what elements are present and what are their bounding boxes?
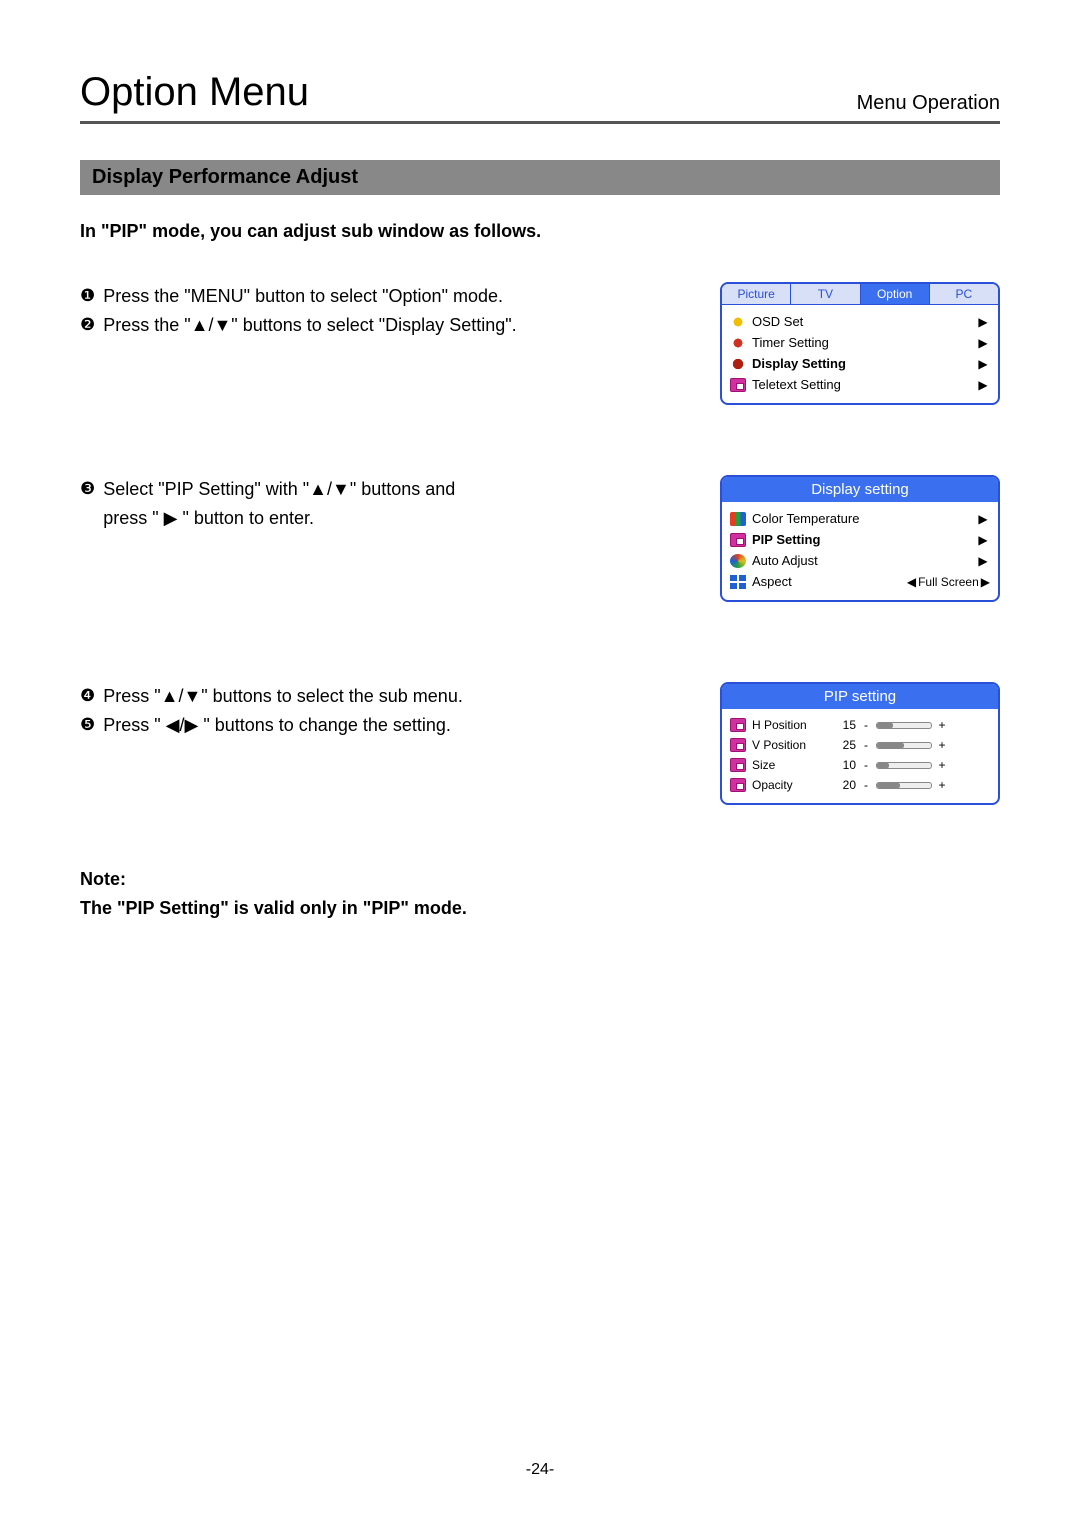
pip-opacity[interactable]: Opacity 20 - +: [730, 775, 990, 795]
chevron-left-icon: ◀: [907, 575, 916, 589]
auto-adjust-icon: [730, 554, 746, 568]
chevron-right-icon: ▶: [976, 554, 990, 568]
slider[interactable]: [876, 722, 932, 729]
osd-item-osd-set[interactable]: OSD Set ▶: [730, 311, 990, 332]
step-number-icon: ❺: [80, 711, 95, 740]
pip-v-position[interactable]: V Position 25 - +: [730, 735, 990, 755]
aspect-value-selector[interactable]: ◀ Full Screen ▶: [907, 575, 990, 589]
page-subtitle: Menu Operation: [857, 92, 1000, 115]
step-number-icon: ❶: [80, 282, 95, 311]
osd-item-pip-setting[interactable]: PIP Setting ▶: [730, 529, 990, 550]
step-text: Press " ◀/▶ " buttons to change the sett…: [103, 711, 451, 740]
chevron-right-icon: ▶: [976, 533, 990, 547]
step-3: ❸ Select "PIP Setting" with "▲/▼" button…: [80, 475, 690, 533]
osd-title: Display setting: [722, 477, 998, 502]
block-1: ❶ Press the "MENU" button to select "Opt…: [80, 282, 1000, 405]
step-number-icon: ❷: [80, 311, 95, 340]
chevron-right-icon: ▶: [976, 315, 990, 329]
osd-pip-setting-menu: PIP setting H Position 15 - + V Position…: [720, 682, 1000, 805]
step-3-line1: ❸ Select "PIP Setting" with "▲/▼" button…: [80, 475, 690, 504]
osd-display-list: Color Temperature ▶ PIP Setting ▶ Auto A…: [722, 502, 998, 600]
minus-icon: -: [862, 758, 870, 772]
section-heading: Display Performance Adjust: [80, 160, 1000, 195]
plus-icon: +: [938, 758, 946, 772]
chevron-right-icon: ▶: [976, 378, 990, 392]
pip-size[interactable]: Size 10 - +: [730, 755, 990, 775]
osd-option-menu: Picture TV Option PC OSD Set ▶ Timer Set…: [720, 282, 1000, 405]
chevron-right-icon: ▶: [976, 512, 990, 526]
page-number: -24-: [0, 1461, 1080, 1479]
step-3-line2: ❸ press " ▶ " button to enter.: [80, 504, 690, 533]
step-number-icon: ❸: [80, 475, 95, 504]
tab-option[interactable]: Option: [861, 284, 930, 305]
osd-display-setting-menu: Display setting Color Temperature ▶ PIP …: [720, 475, 1000, 602]
chevron-right-icon: ▶: [981, 575, 990, 589]
osd-tabs: Picture TV Option PC: [722, 284, 998, 305]
pip-icon: [730, 533, 746, 547]
page-header: Option Menu Menu Operation: [80, 70, 1000, 124]
osd-item-timer-setting[interactable]: Timer Setting ▶: [730, 332, 990, 353]
block-2: ❸ Select "PIP Setting" with "▲/▼" button…: [80, 475, 1000, 602]
timer-icon: [730, 336, 746, 350]
plus-icon: +: [938, 778, 946, 792]
osd-item-color-temperature[interactable]: Color Temperature ▶: [730, 508, 990, 529]
slider[interactable]: [876, 762, 932, 769]
step-text: Press the "▲/▼" buttons to select "Displ…: [103, 311, 516, 340]
osd-pip-list: H Position 15 - + V Position 25 - + Size…: [722, 709, 998, 803]
tab-pc[interactable]: PC: [930, 284, 998, 305]
osd-item-teletext-setting[interactable]: Teletext Setting ▶: [730, 374, 990, 395]
plus-icon: +: [938, 738, 946, 752]
pip-icon: [730, 738, 746, 752]
minus-icon: -: [862, 738, 870, 752]
step-4: ❹ Press "▲/▼" buttons to select the sub …: [80, 682, 690, 711]
note-block: Note: The "PIP Setting" is valid only in…: [80, 865, 1000, 923]
osd-title: PIP setting: [722, 684, 998, 709]
step-1: ❶ Press the "MENU" button to select "Opt…: [80, 282, 690, 311]
step-2: ❷ Press the "▲/▼" buttons to select "Dis…: [80, 311, 690, 340]
tab-picture[interactable]: Picture: [722, 284, 791, 305]
steps-4-5: ❹ Press "▲/▼" buttons to select the sub …: [80, 682, 690, 740]
step-text: Press the "MENU" button to select "Optio…: [103, 282, 503, 311]
osd-item-display-setting[interactable]: Display Setting ▶: [730, 353, 990, 374]
osd-item-aspect[interactable]: Aspect ◀ Full Screen ▶: [730, 571, 990, 592]
aspect-icon: [730, 575, 746, 589]
intro-text: In "PIP" mode, you can adjust sub window…: [80, 221, 1000, 242]
pip-icon: [730, 758, 746, 772]
step-5: ❺ Press " ◀/▶ " buttons to change the se…: [80, 711, 690, 740]
teletext-icon: [730, 378, 746, 392]
display-icon: [730, 357, 746, 371]
step-text: Select "PIP Setting" with "▲/▼" buttons …: [103, 475, 455, 504]
chevron-right-icon: ▶: [976, 357, 990, 371]
pip-h-position[interactable]: H Position 15 - +: [730, 715, 990, 735]
minus-icon: -: [862, 778, 870, 792]
plus-icon: +: [938, 718, 946, 732]
note-label: Note:: [80, 865, 1000, 894]
page-title: Option Menu: [80, 70, 309, 115]
chevron-right-icon: ▶: [976, 336, 990, 350]
step-text: Press "▲/▼" buttons to select the sub me…: [103, 682, 463, 711]
tab-tv[interactable]: TV: [791, 284, 860, 305]
block-3: ❹ Press "▲/▼" buttons to select the sub …: [80, 682, 1000, 805]
pip-icon: [730, 778, 746, 792]
step-number-icon: ❹: [80, 682, 95, 711]
slider[interactable]: [876, 742, 932, 749]
step-text: press " ▶ " button to enter.: [103, 504, 314, 533]
slider[interactable]: [876, 782, 932, 789]
minus-icon: -: [862, 718, 870, 732]
osd-item-auto-adjust[interactable]: Auto Adjust ▶: [730, 550, 990, 571]
steps-1-2: ❶ Press the "MENU" button to select "Opt…: [80, 282, 690, 340]
osd-option-list: OSD Set ▶ Timer Setting ▶ Display Settin…: [722, 305, 998, 403]
note-text: The "PIP Setting" is valid only in "PIP"…: [80, 894, 1000, 923]
color-temperature-icon: [730, 512, 746, 526]
pip-icon: [730, 718, 746, 732]
setting-icon: [730, 315, 746, 329]
